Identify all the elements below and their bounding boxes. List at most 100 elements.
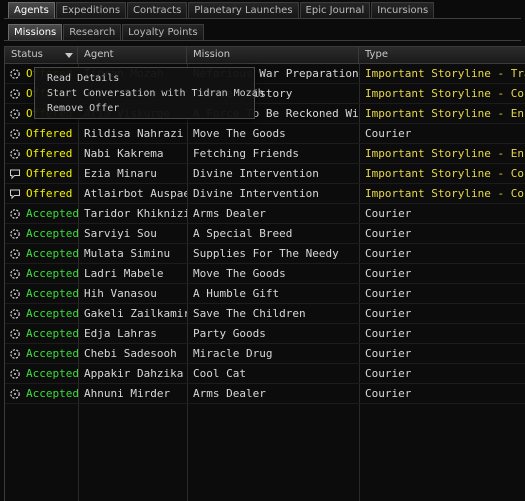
type-cell: Courier [365, 267, 412, 280]
tab-research[interactable]: Research [63, 24, 122, 40]
status-cell: Offered [26, 167, 73, 180]
status-cell: Offered [26, 187, 73, 200]
table-row[interactable]: Offered Atlairbot Auspaert Divine Interven… [5, 184, 525, 204]
agent-cell: Ezia Minaru [84, 167, 157, 180]
tab-expeditions[interactable]: Expeditions [55, 2, 127, 18]
tab-epic-journal[interactable]: Epic Journal [299, 2, 371, 18]
type-cell: Courier [365, 367, 412, 380]
agent-cell: Sarviyi Sou [84, 227, 157, 240]
type-cell: Courier [365, 247, 412, 260]
table-row[interactable]: Accepted Edja Lahras Party Goods Courier [5, 324, 525, 344]
tab-missions[interactable]: Missions [8, 24, 63, 40]
column-header-label: Agent [84, 49, 114, 60]
status-cell: Accepted [26, 267, 78, 280]
tab-incursions[interactable]: Incursions [371, 2, 435, 18]
status-cell: Accepted [26, 207, 78, 220]
type-cell: Important Storyline - Courier [365, 167, 525, 180]
table-row[interactable]: Offered Rildisa Nahrazi Move The Goods Cour… [5, 124, 525, 144]
type-cell: Important Storyline - Encounter [365, 107, 525, 120]
type-cell: Courier [365, 207, 412, 220]
type-cell: Courier [365, 287, 412, 300]
table-row[interactable]: Accepted Appakir Dahzika Cool Cat Courier [5, 364, 525, 384]
agent-cell: Atlairbot Auspaert [84, 187, 187, 200]
mission-cell: Fetching Friends [193, 147, 299, 160]
type-cell: Important Storyline - Encounter [365, 147, 525, 160]
status-cell: Offered [26, 127, 73, 140]
sort-descending-icon[interactable] [65, 53, 73, 58]
column-header-status[interactable]: Status [5, 47, 78, 63]
column-header-label: Status [11, 49, 43, 60]
column-header-mission[interactable]: Mission [187, 47, 359, 63]
menu-item-read-details[interactable]: Read Details [35, 71, 254, 86]
type-cell: Courier [365, 387, 412, 400]
mission-cell: Move The Goods [193, 267, 286, 280]
type-cell: Important Storyline - Courier [365, 187, 525, 200]
status-cell: Offered [26, 147, 73, 160]
type-cell: Courier [365, 227, 412, 240]
status-cell: Accepted [26, 227, 78, 240]
table-row[interactable]: Accepted Ladri Mabele Move The Goods Courie… [5, 264, 525, 284]
status-cell: Accepted [26, 367, 78, 380]
mission-cell: Move The Goods [193, 127, 286, 140]
agent-cell: Edja Lahras [84, 327, 157, 340]
mission-cell: A Humble Gift [193, 287, 280, 300]
type-cell: Courier [365, 127, 412, 140]
mission-cell: Cool Cat [193, 367, 246, 380]
menu-item-start-conversation[interactable]: Start Conversation with Tidran Mozah [35, 86, 264, 101]
mission-cell: Save The Children [193, 307, 306, 320]
status-cell: Accepted [26, 347, 78, 360]
subtabbar-divider [4, 40, 521, 41]
tab-planetary-launches[interactable]: Planetary Launches [188, 2, 299, 18]
column-header-type[interactable]: Type [359, 47, 525, 63]
agent-cell: Mulata Siminu [84, 247, 171, 260]
type-cell: Courier [365, 347, 412, 360]
tab-agents[interactable]: Agents [8, 2, 55, 18]
context-menu: Read Details Start Conversation with Tid… [34, 67, 264, 119]
status-cell: Accepted [26, 387, 78, 400]
table-row[interactable]: Accepted Hih Vanasou A Humble Gift Courier [5, 284, 525, 304]
mission-cell: Miracle Drug [193, 347, 273, 360]
column-header-agent[interactable]: Agent [78, 47, 187, 63]
agent-cell: Gakeli Zailkamirat [84, 307, 187, 320]
menu-item-remove-offer[interactable]: Remove Offer [35, 101, 254, 116]
column-header-label: Type [365, 49, 388, 60]
column-header-label: Mission [193, 49, 231, 60]
main-tabbar: Agents Expeditions Contracts Planetary L… [8, 2, 435, 19]
table-row[interactable]: Accepted Gakeli Zailkamirat Save The Child… [5, 304, 525, 324]
agent-cell: Ahnuni Mirder [84, 387, 171, 400]
agent-cell: Hih Vanasou [84, 287, 157, 300]
table-row[interactable]: Accepted Chebi Sadesooh Miracle Drug Courie… [5, 344, 525, 364]
mission-cell: Party Goods [193, 327, 266, 340]
mission-cell: Arms Dealer [193, 207, 266, 220]
sub-tabbar: Missions Research Loyalty Points [8, 24, 205, 41]
table-row[interactable]: Accepted Sarviyi Sou A Special Breed Courie… [5, 224, 525, 244]
table-row[interactable]: Offered Ezia Minaru Divine Intervention Imp… [5, 164, 525, 184]
mission-cell: Supplies For The Needy [193, 247, 339, 260]
mission-cell: Divine Intervention [193, 167, 319, 180]
agent-cell: Chebi Sadesooh [84, 347, 177, 360]
agent-cell: Nabi Kakrema [84, 147, 164, 160]
tabbar-divider [4, 18, 521, 19]
status-cell: Accepted [26, 327, 78, 340]
mission-cell: Divine Intervention [193, 187, 319, 200]
type-cell: Important Storyline - Courier [365, 87, 525, 100]
agent-cell: Appakir Dahzika [84, 367, 184, 380]
mission-cell: A Special Breed [193, 227, 293, 240]
agent-cell: Ladri Mabele [84, 267, 164, 280]
agent-cell: Taridor Khiknizi [84, 207, 187, 220]
type-cell: Courier [365, 307, 412, 320]
status-cell: Accepted [26, 307, 78, 320]
mission-cell: Arms Dealer [193, 387, 266, 400]
tab-loyalty-points[interactable]: Loyalty Points [122, 24, 204, 40]
status-cell: Accepted [26, 247, 78, 260]
type-cell: Important Storyline - Trade [365, 67, 525, 80]
table-header: Status Agent Mission Type [5, 47, 525, 64]
type-cell: Courier [365, 327, 412, 340]
status-cell: Accepted [26, 287, 78, 300]
tab-contracts[interactable]: Contracts [127, 2, 188, 18]
table-row[interactable]: Offered Nabi Kakrema Fetching Friends Impor… [5, 144, 525, 164]
table-row[interactable]: Accepted Ahnuni Mirder Arms Dealer Courier [5, 384, 525, 404]
agent-cell: Rildisa Nahrazi [84, 127, 184, 140]
table-row[interactable]: Accepted Mulata Siminu Supplies For The Ne… [5, 244, 525, 264]
table-row[interactable]: Accepted Taridor Khiknizi Arms Dealer Couri… [5, 204, 525, 224]
